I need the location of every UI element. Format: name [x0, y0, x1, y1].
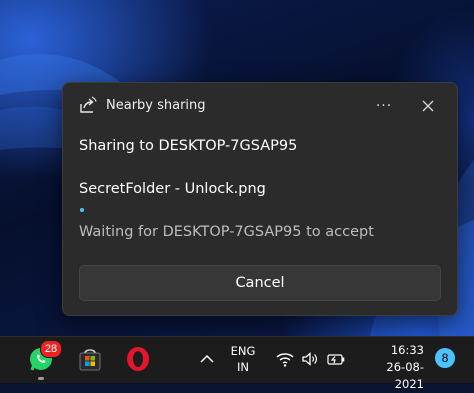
taskbar: 28 ENG IN 16:33 26-08-2021 8 [0, 336, 474, 391]
more-options-button[interactable]: ··· [369, 93, 399, 119]
nearby-sharing-notification: Nearby sharing ··· Sharing to DESKTOP-7G… [62, 82, 458, 316]
close-icon [422, 100, 434, 112]
wifi-icon[interactable] [275, 349, 295, 369]
language-indicator[interactable]: ENG IN [230, 343, 256, 375]
cancel-button[interactable]: Cancel [79, 265, 441, 301]
close-button[interactable] [413, 93, 443, 119]
notification-count-badge[interactable]: 8 [435, 348, 455, 368]
whatsapp-badge: 28 [40, 340, 62, 358]
language-code: ENG [230, 344, 256, 358]
region-code: IN [237, 360, 249, 374]
opera-icon[interactable] [124, 345, 152, 373]
progress-indicator [80, 208, 84, 212]
microsoft-store-icon[interactable] [76, 345, 104, 373]
shared-file-name: SecretFolder - Unlock.png [79, 181, 266, 197]
battery-charging-icon[interactable] [326, 349, 346, 369]
status-text: Waiting for DESKTOP-7GSAP95 to accept [79, 224, 374, 240]
notification-header: Nearby sharing ··· [63, 83, 457, 129]
volume-icon[interactable] [300, 349, 320, 369]
clock-time: 16:33 [390, 343, 424, 357]
sharing-target-heading: Sharing to DESKTOP-7GSAP95 [79, 138, 298, 154]
nearby-sharing-icon [78, 95, 98, 115]
app-title: Nearby sharing [106, 98, 206, 113]
clock-date: 26-08-2021 [386, 360, 424, 391]
system-clock[interactable]: 16:33 26-08-2021 [358, 342, 424, 393]
running-indicator [38, 377, 44, 380]
chevron-up-icon[interactable] [197, 349, 217, 369]
